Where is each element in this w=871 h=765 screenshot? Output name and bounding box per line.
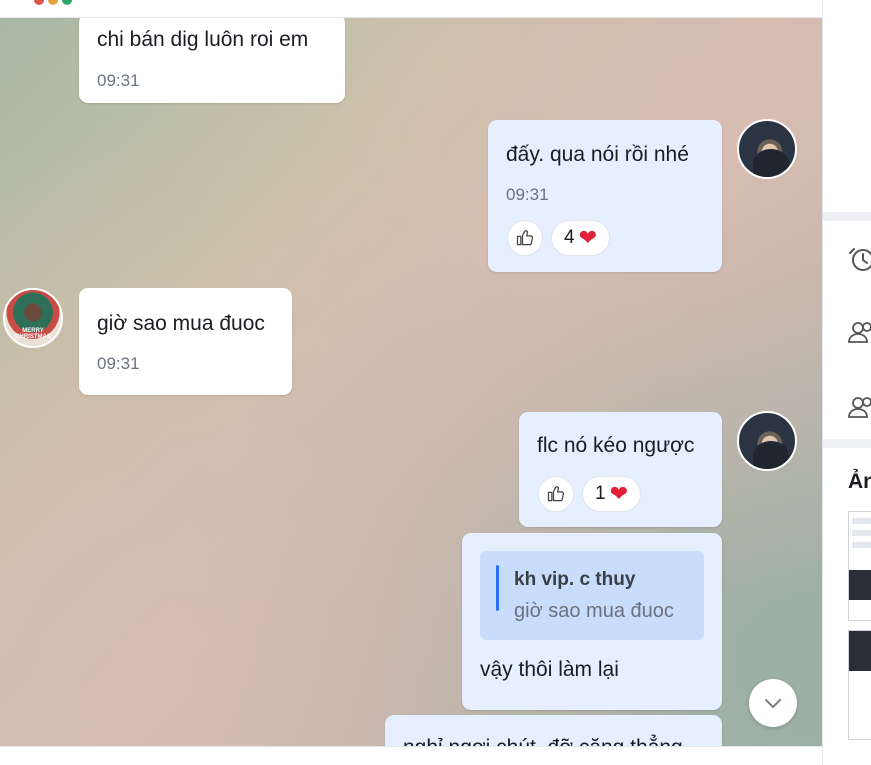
message-bubble[interactable]: kh vip. c thuy giờ sao mua đuoc vậy thôi…	[462, 533, 722, 710]
avatar[interactable]: MERRY CHRISTMAS	[3, 288, 63, 348]
quote-bar	[496, 565, 499, 611]
reaction-count-pill[interactable]: 1 ❤	[582, 476, 642, 512]
quote-sender: kh vip. c thuy	[514, 569, 636, 590]
group-icon[interactable]	[847, 393, 871, 421]
avatar[interactable]	[737, 411, 797, 471]
clock-icon[interactable]	[847, 244, 871, 272]
chat-area[interactable]: chi bán dig luôn roi em 09:31 đấy. qua n…	[0, 18, 822, 746]
media-thumbnail[interactable]	[848, 630, 871, 740]
divider	[823, 439, 871, 448]
message-time: 09:31	[97, 354, 140, 373]
message-bubble[interactable]: nghỉ ngơi chút, đỡ căng thẳng	[385, 715, 722, 746]
media-section-title: Ảnh	[848, 470, 871, 493]
message-text: flc nó kéo ngược	[537, 434, 695, 457]
media-thumbnail[interactable]	[848, 511, 871, 621]
divider	[823, 212, 871, 221]
quote-text: giờ sao mua đuoc	[514, 600, 674, 622]
like-button[interactable]	[538, 476, 574, 512]
avatar[interactable]	[737, 119, 797, 179]
message-bubble[interactable]: giờ sao mua đuoc 09:31	[79, 288, 292, 395]
quoted-message[interactable]: kh vip. c thuy giờ sao mua đuoc	[480, 551, 704, 640]
thumbs-up-icon	[516, 230, 533, 246]
reaction-count: 4	[564, 227, 575, 248]
avatar-label: MERRY CHRISTMAS	[15, 328, 51, 340]
heart-icon: ❤	[578, 225, 598, 250]
reaction-row: 4 ❤	[507, 220, 611, 256]
message-text: giờ sao mua đuoc	[97, 312, 265, 335]
message-text: chi bán dig luôn roi em	[97, 28, 309, 51]
thumbs-up-icon	[547, 486, 564, 502]
heart-icon: ❤	[609, 481, 629, 506]
message-bubble[interactable]: chi bán dig luôn roi em 09:31	[79, 18, 345, 103]
right-sidebar: Ảnh	[822, 0, 871, 765]
chevron-down-icon	[765, 699, 781, 708]
reaction-count-pill[interactable]: 4 ❤	[551, 220, 611, 256]
message-text: vậy thôi làm lại	[480, 658, 619, 681]
reaction-row: 1 ❤	[538, 476, 642, 512]
scroll-down-button[interactable]	[749, 679, 797, 727]
group-icon[interactable]	[847, 318, 871, 346]
reaction-count: 1	[595, 483, 606, 504]
message-text: đấy. qua nói rồi nhé	[506, 143, 689, 166]
top-bar	[0, 0, 822, 18]
message-time: 09:31	[97, 71, 140, 90]
status-dot-icon	[48, 0, 58, 5]
message-text: nghỉ ngơi chút, đỡ căng thẳng	[403, 735, 704, 746]
status-dot-icon	[34, 0, 44, 5]
like-button[interactable]	[507, 220, 543, 256]
status-dot-icon	[62, 0, 72, 5]
composer-bar[interactable]	[0, 746, 822, 765]
message-time: 09:31	[506, 185, 549, 204]
